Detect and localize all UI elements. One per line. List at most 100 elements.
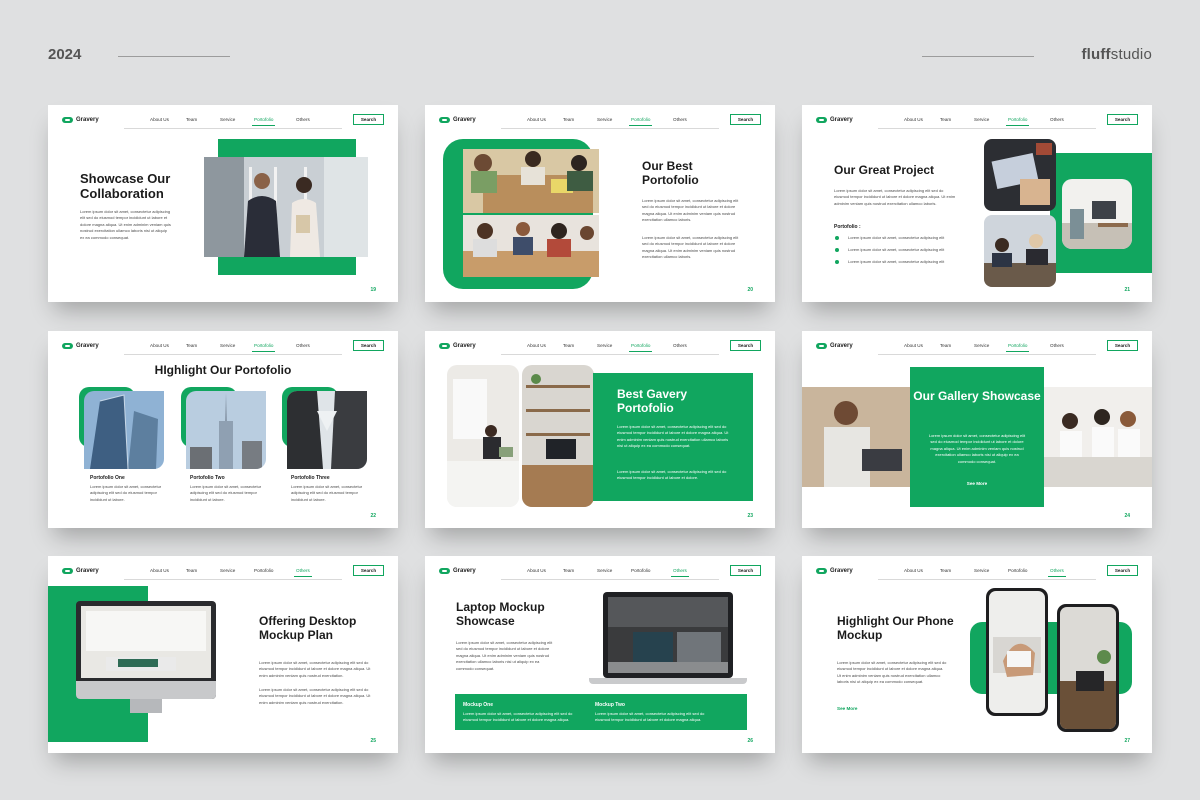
nav-item-portofolio[interactable]: Portofolio	[254, 568, 273, 573]
page-number: 25	[370, 738, 376, 744]
search-button[interactable]: Search	[353, 565, 384, 576]
slide-26[interactable]: Gravery About Us Team Service Portofolio Othe…	[425, 556, 775, 753]
nav-item-others[interactable]: Others	[294, 568, 312, 577]
slide-25[interactable]: Gravery About Us Team Service Portofolio Othe…	[48, 556, 398, 753]
nav-item-service[interactable]: Service	[597, 343, 612, 348]
search-button[interactable]: Search	[730, 565, 761, 576]
slide-nav: Gravery About Us Team Service Portofolio Othe…	[816, 340, 1138, 356]
nav-item-service[interactable]: Service	[597, 568, 612, 573]
logo-text: Gravery	[830, 568, 853, 574]
nav-item-portofolio[interactable]: Portofolio	[1005, 343, 1030, 352]
nav-menu: About Us Team Service Portofolio Others	[501, 343, 719, 355]
nav-item-about-us[interactable]: About Us	[904, 117, 923, 122]
bullet-icon	[835, 236, 839, 240]
nav-item-portofolio[interactable]: Portofolio	[1005, 117, 1030, 126]
nav-item-service[interactable]: Service	[220, 343, 235, 348]
slide-title: Our Best Portofolio	[642, 159, 699, 188]
workspace-photo-2	[522, 365, 594, 507]
nav-item-portofolio[interactable]: Portofolio	[251, 343, 276, 352]
nav-item-portofolio[interactable]: Portofolio	[1008, 568, 1027, 573]
slide-20[interactable]: Gravery About Us Team Service Portofolio Othe…	[425, 105, 775, 302]
page-number: 19	[370, 287, 376, 293]
brand-logo[interactable]: Gravery	[439, 117, 476, 123]
brand-logo[interactable]: Gravery	[62, 117, 99, 123]
nav-item-service[interactable]: Service	[974, 568, 989, 573]
nav-item-team[interactable]: Team	[940, 343, 951, 348]
slide-21[interactable]: Gravery About Us Team Service Portofolio Othe…	[802, 105, 1152, 302]
nav-menu: About Us Team Service Portofolio Others	[878, 343, 1096, 355]
see-more-link[interactable]: See More	[910, 481, 1044, 486]
nav-item-team[interactable]: Team	[940, 117, 951, 122]
slide-body: Lorem ipsum dolor sit amet, consectetur …	[837, 660, 947, 685]
nav-item-team[interactable]: Team	[186, 343, 197, 348]
slide-24[interactable]: Gravery About Us Team Service Portofolio Othe…	[802, 331, 1152, 528]
nav-menu: About Us Team Service Portofolio Others	[124, 343, 342, 355]
nav-item-others[interactable]: Others	[1048, 568, 1066, 577]
slide-27[interactable]: Gravery About Us Team Service Portofolio Othe…	[802, 556, 1152, 753]
slide-title: Our Great Project	[834, 163, 935, 177]
logo-text: Gravery	[830, 117, 853, 123]
nav-item-about-us[interactable]: About Us	[150, 117, 169, 122]
search-button[interactable]: Search	[730, 340, 761, 351]
brand-logo[interactable]: Gravery	[439, 568, 476, 574]
nav-item-team[interactable]: Team	[563, 568, 574, 573]
slide-22[interactable]: Gravery About Us Team Service Portofolio Othe…	[48, 331, 398, 528]
nav-item-portofolio[interactable]: Portofolio	[631, 568, 650, 573]
search-button[interactable]: Search	[353, 114, 384, 125]
page-number: 21	[1124, 287, 1130, 293]
search-button[interactable]: Search	[1107, 565, 1138, 576]
nav-item-others[interactable]: Others	[1050, 343, 1064, 348]
slide-19[interactable]: Gravery About Us Team Service Portofolio Othe…	[48, 105, 398, 302]
slide-nav: Gravery About Us Team Service Portofolio Othe…	[62, 565, 384, 581]
brand-logo[interactable]: Gravery	[62, 568, 99, 574]
logo-text: Gravery	[453, 568, 476, 574]
nav-item-about-us[interactable]: About Us	[150, 343, 169, 348]
nav-item-about-us[interactable]: About Us	[527, 568, 546, 573]
nav-item-service[interactable]: Service	[597, 117, 612, 122]
nav-item-portofolio[interactable]: Portofolio	[628, 117, 653, 126]
nav-item-team[interactable]: Team	[186, 568, 197, 573]
nav-item-about-us[interactable]: About Us	[150, 568, 169, 573]
nav-item-others[interactable]: Others	[673, 117, 687, 122]
nav-menu: About Us Team Service Portofolio Others	[124, 117, 342, 129]
phone-mockup-1	[986, 588, 1048, 716]
nav-item-service[interactable]: Service	[220, 117, 235, 122]
nav-item-portofolio[interactable]: Portofolio	[628, 343, 653, 352]
nav-item-team[interactable]: Team	[940, 568, 951, 573]
logo-icon	[816, 343, 827, 349]
nav-item-about-us[interactable]: About Us	[527, 117, 546, 122]
nav-item-portofolio[interactable]: Portofolio	[251, 117, 276, 126]
nav-item-service[interactable]: Service	[220, 568, 235, 573]
nav-item-service[interactable]: Service	[974, 117, 989, 122]
search-button[interactable]: Search	[353, 340, 384, 351]
brand-logo[interactable]: Gravery	[816, 117, 853, 123]
brand-logo[interactable]: Gravery	[62, 343, 99, 349]
brand-logo[interactable]: Gravery	[816, 343, 853, 349]
header-rule-right	[922, 56, 1034, 57]
slide-body: Lorem ipsum dolor sit amet, consectetur …	[834, 188, 956, 206]
nav-item-team[interactable]: Team	[563, 343, 574, 348]
nav-item-about-us[interactable]: About Us	[904, 568, 923, 573]
nav-item-service[interactable]: Service	[974, 343, 989, 348]
slide-23[interactable]: Gravery About Us Team Service Portofolio Othe…	[425, 331, 775, 528]
search-button[interactable]: Search	[730, 114, 761, 125]
nav-item-team[interactable]: Team	[186, 117, 197, 122]
slide-title: Our Gallery Showcase	[913, 389, 1041, 403]
brand-logo[interactable]: Gravery	[439, 343, 476, 349]
nav-item-about-us[interactable]: About Us	[904, 343, 923, 348]
nav-item-others[interactable]: Others	[296, 343, 310, 348]
brand-logo[interactable]: Gravery	[816, 568, 853, 574]
search-button[interactable]: Search	[1107, 114, 1138, 125]
nav-item-others[interactable]: Others	[671, 568, 689, 577]
nav-item-about-us[interactable]: About Us	[527, 343, 546, 348]
page-header: 2024 fluffstudio	[0, 0, 1200, 100]
search-button[interactable]: Search	[1107, 340, 1138, 351]
nav-item-team[interactable]: Team	[563, 117, 574, 122]
slide-title: Best Gavery Portofolio	[617, 387, 688, 416]
laptop-base	[589, 678, 747, 684]
nav-item-others[interactable]: Others	[673, 343, 687, 348]
nav-item-others[interactable]: Others	[296, 117, 310, 122]
nav-item-others[interactable]: Others	[1050, 117, 1064, 122]
see-more-link[interactable]: See More	[837, 706, 857, 711]
logo-text: Gravery	[453, 343, 476, 349]
